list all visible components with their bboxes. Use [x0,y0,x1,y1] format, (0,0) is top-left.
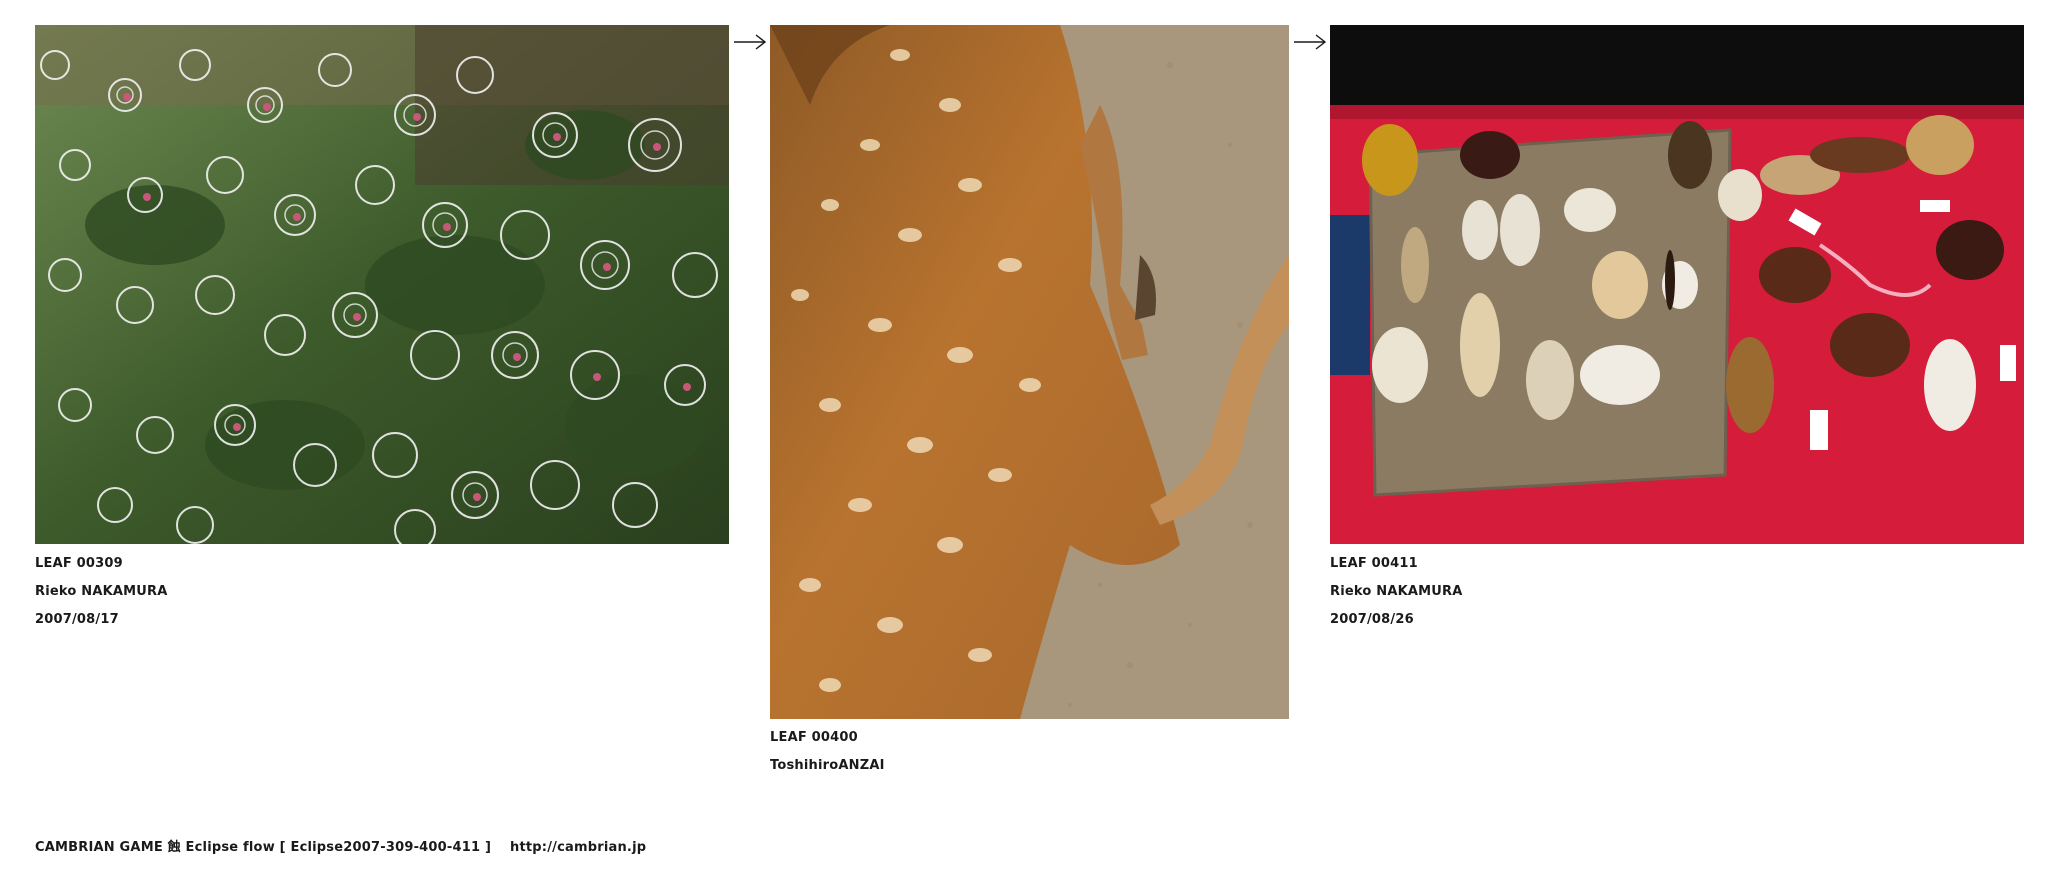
footer: CAMBRIAN GAME 蝕 Eclipse flow [ Eclipse20… [35,836,646,855]
leaf-00400-caption: LEAF 00400 ToshihiroANZAI [770,724,885,780]
leaf-author: Rieko NAKAMURA [35,584,168,599]
leaf-date: 2007/08/26 [1330,612,1414,627]
leaf-00309-caption: LEAF 00309 Rieko NAKAMURA 2007/08/17 [35,550,167,634]
netsuke-carvings-image [1330,25,2024,544]
leaf-00400-photo[interactable] [770,25,1289,719]
leaf-date: 2007/08/17 [35,612,119,627]
leaf-00309-photo[interactable] [35,25,729,544]
leaf-id[interactable]: LEAF 00400 [770,724,885,752]
leaf-author: ToshihiroANZAI [770,758,885,773]
flow-arrow-icon [1293,30,1327,54]
leaf-id[interactable]: LEAF 00309 [35,550,167,578]
cambrian-link[interactable]: http://cambrian.jp [510,840,646,855]
footer-text: CAMBRIAN GAME 蝕 Eclipse flow [ Eclipse20… [35,840,492,855]
flow-arrow-icon [733,30,767,54]
leaf-id[interactable]: LEAF 00411 [1330,550,1462,578]
leaf-00411-photo[interactable] [1330,25,2024,544]
leaf-00411-caption: LEAF 00411 Rieko NAKAMURA 2007/08/26 [1330,550,1462,634]
leaf-author: Rieko NAKAMURA [1330,584,1463,599]
flowers-spiral-image [35,25,729,544]
deer-image [770,25,1289,719]
